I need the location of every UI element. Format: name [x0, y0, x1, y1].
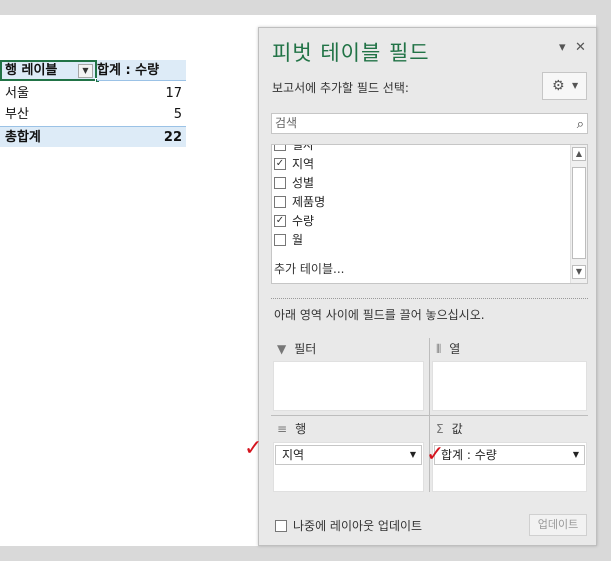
row-labels-header-cell[interactable]: 행 레이블 ▼	[0, 60, 100, 83]
sum-header-cell[interactable]: 합계 : 수량	[97, 60, 186, 81]
row-labels-header: 행 레이블	[5, 63, 58, 78]
pane-subtitle: 보고서에 추가할 필드 선택:	[272, 81, 409, 95]
field-list: 일자 ✓ 지역 성별 제품명 ✓ 수량 월 추가 테이블... ▲ ▼	[271, 144, 588, 284]
defer-update-checkbox[interactable]	[275, 519, 287, 532]
field-label: 월	[292, 233, 304, 247]
field-label: 제품명	[292, 195, 326, 209]
sum-header: 합계 : 수량	[97, 63, 160, 78]
rows-area-label: 행	[295, 422, 307, 436]
search-placeholder: 검색	[275, 116, 298, 130]
rows-field-chip[interactable]: 지역 ▼	[275, 445, 422, 465]
field-label: 수량	[292, 214, 315, 228]
scroll-thumb[interactable]	[572, 167, 586, 259]
values-area-label: 값	[451, 422, 463, 436]
tools-button[interactable]: ⚙ ▼	[542, 72, 587, 100]
close-icon[interactable]: ✕	[575, 40, 586, 55]
grand-total-label[interactable]: 총합계	[0, 126, 97, 147]
pivot-row: 서울 17	[0, 83, 186, 104]
scroll-down-icon[interactable]: ▼	[572, 265, 586, 279]
field-label: 성별	[292, 176, 315, 190]
field-label: 일자	[292, 144, 315, 152]
rows-area-header: ≡ 행	[277, 421, 306, 437]
chevron-down-icon: ▼	[572, 81, 579, 90]
pivot-row-value[interactable]: 5	[97, 104, 186, 125]
filter-area-label: 필터	[294, 342, 317, 356]
pane-title: 피벗 테이블 필드	[272, 41, 430, 65]
sigma-icon: Σ	[436, 422, 444, 436]
row-filter-dropdown-icon[interactable]: ▼	[78, 64, 93, 78]
field-checkbox[interactable]	[274, 145, 286, 151]
search-input[interactable]: 검색 ⌕	[271, 113, 588, 134]
columns-drop-area[interactable]	[432, 361, 587, 411]
pivot-total-row: 총합계 22	[0, 126, 186, 147]
filter-drop-area[interactable]	[273, 361, 424, 411]
columns-icon: ⦀	[436, 342, 442, 356]
red-check-annotation: ✓	[244, 436, 263, 461]
field-item[interactable]: 성별	[274, 174, 314, 193]
more-tables-link[interactable]: 추가 테이블...	[274, 260, 344, 277]
chevron-down-icon[interactable]: ▼	[573, 446, 579, 464]
field-item[interactable]: ✓ 수량	[274, 212, 314, 231]
field-checkbox[interactable]: ✓	[274, 157, 286, 170]
rows-field-chip-label: 지역	[282, 448, 305, 462]
gear-icon: ⚙	[552, 78, 565, 94]
columns-area-header: ⦀ 열	[436, 341, 460, 357]
field-label: 지역	[292, 157, 315, 171]
field-item[interactable]: 일자	[274, 144, 315, 155]
search-icon[interactable]: ⌕	[577, 115, 584, 134]
defer-update-label: 나중에 레이아웃 업데이트	[293, 519, 423, 533]
scroll-up-icon[interactable]: ▲	[572, 147, 586, 161]
values-field-chip[interactable]: 합계 : 수량 ▼	[434, 445, 585, 465]
field-checkbox[interactable]	[274, 195, 286, 208]
pivot-row-value[interactable]: 17	[97, 83, 186, 104]
pivot-row: 부산 5	[0, 104, 186, 125]
filter-area-header: ▼ 필터	[277, 341, 316, 357]
red-check-annotation: ✓	[426, 442, 445, 467]
update-button[interactable]: 업데이트	[529, 514, 587, 536]
pivot-field-pane: 피벗 테이블 필드 ▾ ✕ 보고서에 추가할 필드 선택: ⚙ ▼ 검색 ⌕ 일…	[258, 27, 597, 546]
area-divider-horizontal	[271, 415, 588, 416]
grand-total-value[interactable]: 22	[97, 126, 186, 147]
field-item[interactable]: ✓ 지역	[274, 155, 314, 174]
funnel-icon: ▼	[277, 342, 287, 356]
pane-options-chevron-icon[interactable]: ▾	[559, 40, 566, 55]
field-item[interactable]: 제품명	[274, 193, 325, 212]
field-checkbox[interactable]	[274, 233, 286, 246]
chevron-down-icon[interactable]: ▼	[410, 446, 416, 464]
rows-icon: ≡	[277, 422, 288, 436]
field-list-scrollbar[interactable]: ▲ ▼	[570, 145, 587, 283]
field-checkbox[interactable]: ✓	[274, 214, 286, 227]
divider	[271, 298, 588, 299]
columns-area-label: 열	[449, 342, 461, 356]
values-area-header: Σ값	[436, 421, 463, 437]
pivot-row-label[interactable]: 부산	[0, 104, 97, 125]
field-item[interactable]: 월	[274, 231, 303, 250]
pivot-header-row: 행 레이블 ▼ 합계 : 수량	[0, 60, 186, 83]
drag-instruction: 아래 영역 사이에 필드를 끌어 놓으십시오.	[274, 308, 485, 322]
pivot-row-label[interactable]: 서울	[0, 83, 97, 104]
values-field-chip-label: 합계 : 수량	[441, 448, 497, 462]
defer-update-option[interactable]: 나중에 레이아웃 업데이트	[275, 517, 422, 534]
field-checkbox[interactable]	[274, 176, 286, 189]
